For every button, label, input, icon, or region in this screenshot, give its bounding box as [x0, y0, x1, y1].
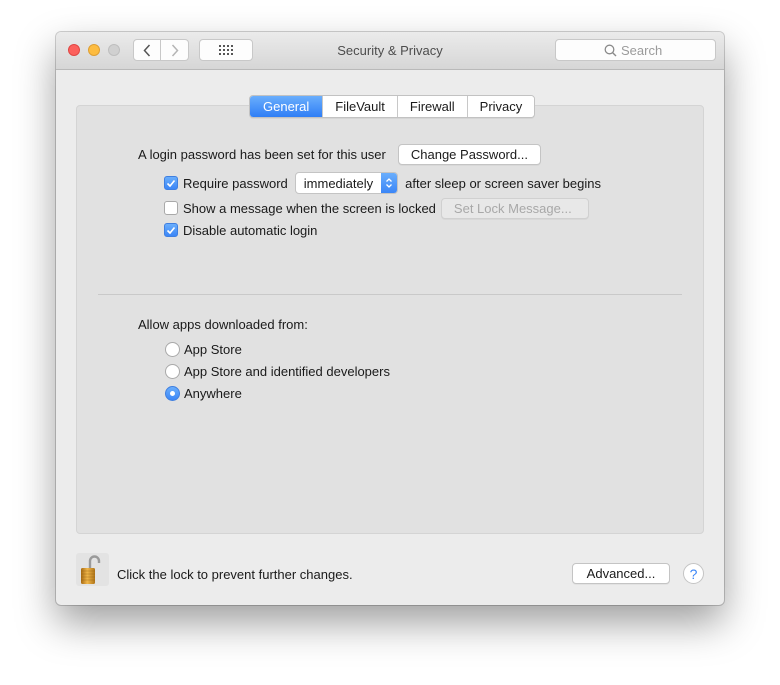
require-password-row: Require password immediately after sleep… — [164, 172, 601, 194]
allow-apps-heading-row: Allow apps downloaded from: — [138, 314, 308, 334]
show-message-row: Show a message when the screen is locked… — [164, 197, 589, 219]
radio-identified-developers-label: App Store and identified developers — [184, 363, 390, 379]
change-password-button[interactable]: Change Password... — [397, 143, 541, 165]
lock-button[interactable] — [76, 553, 109, 586]
set-lock-message-button[interactable]: Set Lock Message... — [440, 197, 589, 219]
title-bar: Security & Privacy — [56, 32, 724, 70]
tab-firewall[interactable]: Firewall — [396, 96, 467, 117]
updown-arrows-icon — [381, 173, 398, 193]
login-password-label: A login password has been set for this u… — [138, 146, 386, 162]
search-input[interactable] — [621, 42, 667, 58]
checkmark-icon — [166, 179, 176, 187]
require-password-label: Require password — [183, 175, 288, 191]
search-field[interactable] — [555, 39, 716, 61]
show-message-checkbox[interactable] — [164, 201, 178, 215]
disable-auto-login-checkbox[interactable] — [164, 223, 178, 237]
delay-value: immediately — [303, 175, 374, 191]
tab-bar: General FileVault Firewall Privacy — [249, 95, 536, 118]
allow-apps-heading: Allow apps downloaded from: — [138, 316, 308, 332]
lock-status-text: Click the lock to prevent further change… — [117, 566, 353, 582]
advanced-button[interactable]: Advanced... — [572, 563, 670, 584]
checkmark-icon — [166, 226, 176, 234]
require-password-suffix: after sleep or screen saver begins — [405, 175, 601, 191]
tab-privacy[interactable]: Privacy — [466, 96, 535, 117]
show-message-label: Show a message when the screen is locked — [183, 200, 436, 216]
tab-general[interactable]: General — [250, 96, 323, 117]
require-password-checkbox[interactable] — [164, 176, 178, 190]
search-icon — [604, 44, 617, 56]
allow-option-anywhere[interactable]: Anywhere — [165, 383, 242, 403]
allow-option-identified-developers[interactable]: App Store and identified developers — [165, 361, 390, 381]
lock-status-row: Click the lock to prevent further change… — [117, 564, 353, 584]
disable-auto-login-row: Disable automatic login — [164, 219, 317, 241]
help-button[interactable]: ? — [683, 563, 704, 584]
radio-identified-developers[interactable] — [165, 363, 180, 379]
disable-auto-login-label: Disable automatic login — [183, 222, 318, 238]
unlocked-padlock-icon — [81, 555, 101, 584]
security-privacy-window: Security & Privacy General FileVault Fir… — [56, 32, 724, 605]
login-password-row: A login password has been set for this u… — [138, 143, 541, 165]
question-mark-icon: ? — [689, 565, 698, 582]
section-divider — [98, 294, 682, 295]
tab-filevault[interactable]: FileVault — [322, 96, 397, 117]
allow-option-app-store[interactable]: App Store — [165, 339, 242, 359]
radio-anywhere-label: Anywhere — [184, 385, 242, 401]
radio-app-store-label: App Store — [184, 341, 242, 357]
require-password-delay-select[interactable]: immediately — [294, 172, 399, 194]
radio-anywhere[interactable] — [165, 385, 180, 401]
radio-app-store[interactable] — [165, 341, 180, 357]
